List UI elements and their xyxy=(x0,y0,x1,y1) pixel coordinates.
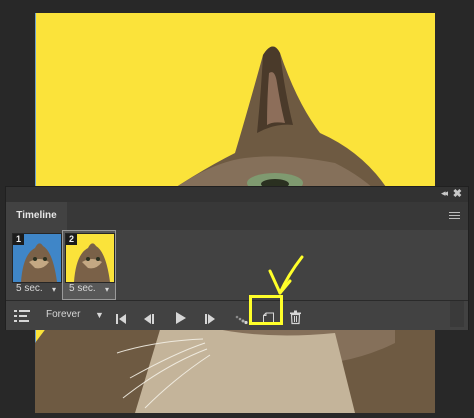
trash-icon[interactable] xyxy=(290,308,301,326)
panel-title-bar: ◂◂ ✖ xyxy=(6,187,468,202)
scrollbar[interactable] xyxy=(450,301,464,327)
frame-number: 2 xyxy=(66,234,77,245)
convert-to-video-timeline-icon[interactable] xyxy=(14,307,30,325)
loop-dropdown-icon[interactable]: ▼ xyxy=(95,306,104,324)
close-panel-icon[interactable]: ✖ xyxy=(453,187,462,200)
panel-menu-icon[interactable] xyxy=(449,212,460,221)
collapse-panel-icon[interactable]: ◂◂ xyxy=(441,188,448,199)
first-frame-icon[interactable] xyxy=(116,310,126,328)
frame-delay[interactable]: 5 sec. xyxy=(69,283,96,294)
delay-dropdown-icon[interactable]: ▾ xyxy=(105,285,109,294)
frame-1[interactable]: 1 5 sec. ▾ xyxy=(12,233,62,301)
frames-area: 1 5 sec. ▾ 2 5 sec. ▾ xyxy=(6,230,468,300)
tab-row: Timeline xyxy=(6,202,468,230)
tab-timeline[interactable]: Timeline xyxy=(6,202,67,230)
timeline-panel: ◂◂ ✖ Timeline 1 5 sec. ▾ 2 5 sec. ▾ Fore… xyxy=(5,186,469,330)
frame-number: 1 xyxy=(13,234,24,245)
highlight-box xyxy=(249,295,283,325)
timeline-controls: Forever ▼ xyxy=(6,300,468,330)
previous-frame-icon[interactable] xyxy=(143,310,154,328)
next-frame-icon[interactable] xyxy=(205,310,216,328)
loop-options-select[interactable]: Forever xyxy=(46,306,80,324)
play-icon[interactable] xyxy=(176,309,186,327)
frame-delay[interactable]: 5 sec. xyxy=(16,283,43,294)
frame-2[interactable]: 2 5 sec. ▾ xyxy=(62,230,116,301)
delay-dropdown-icon[interactable]: ▾ xyxy=(52,285,56,294)
tween-icon[interactable] xyxy=(234,310,248,328)
annotation-arrow xyxy=(268,255,304,295)
